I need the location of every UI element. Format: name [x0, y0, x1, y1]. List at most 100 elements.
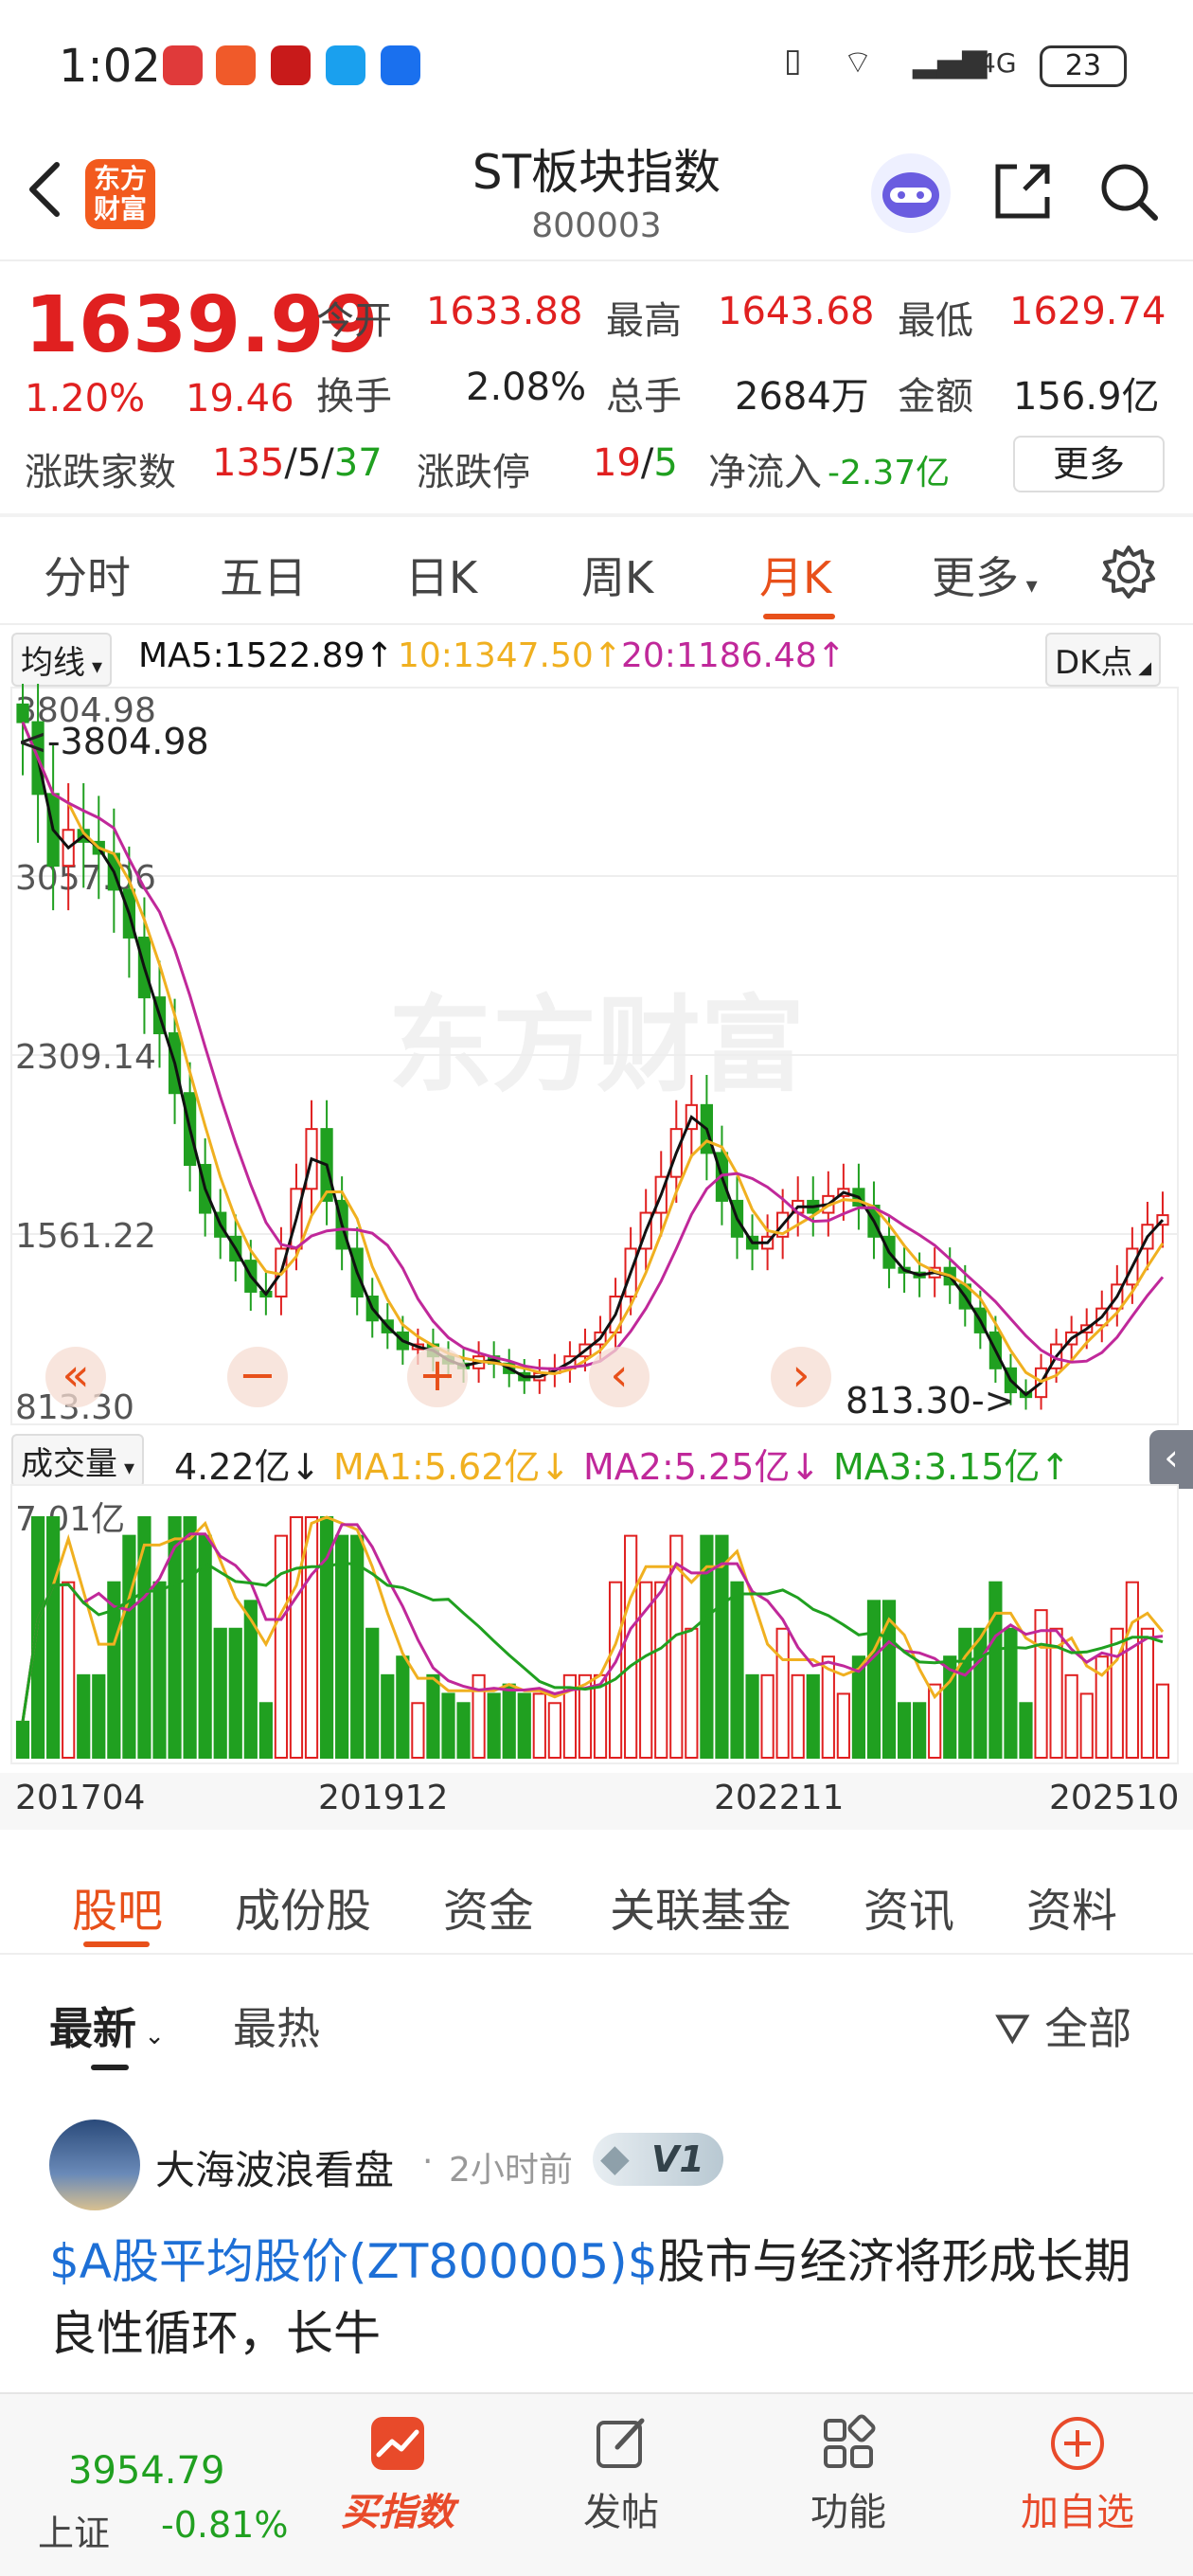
wifi-icon: ⌔ — [843, 44, 873, 81]
up-count: 135 — [212, 441, 285, 485]
low-label: 最低 — [898, 299, 973, 343]
volume-bar — [92, 1673, 106, 1759]
post-body[interactable]: $A股平均股价(ZT800005)$股市与经济将形成长期良性循环，长牛 — [49, 2226, 1157, 2370]
zoom-in-button[interactable]: + — [407, 1347, 468, 1407]
tab-intraday[interactable]: 分时 — [44, 544, 131, 606]
volume-value: 2684万 — [735, 375, 869, 419]
active-content-tab-underline — [83, 1941, 150, 1947]
bulb-app-icon — [381, 45, 420, 85]
tab-constituents[interactable]: 成份股 — [235, 1873, 371, 1940]
tab-news[interactable]: 资讯 — [864, 1873, 954, 1940]
tab-weekly-k[interactable]: 周K — [581, 544, 653, 606]
volume-bar — [685, 1627, 699, 1759]
gift-app-icon — [216, 45, 256, 85]
volume-bar — [365, 1627, 380, 1759]
scroll-right-button[interactable]: › — [771, 1347, 831, 1407]
share-button[interactable] — [988, 157, 1057, 225]
chart-controls: « − + ‹ › — [0, 1347, 1193, 1413]
low-value: 1629.74 — [1009, 290, 1166, 333]
tab-funds-flow[interactable]: 资金 — [443, 1873, 534, 1940]
message-app-icon — [326, 45, 365, 85]
tab-five-day[interactable]: 五日 — [220, 544, 307, 606]
edit-icon — [596, 2418, 645, 2468]
ma-select-label: 均线 — [21, 644, 85, 682]
dk-point-label: DK点 — [1055, 644, 1133, 682]
tab-more-label: 更多 — [932, 552, 1019, 603]
volume-bar — [1019, 1702, 1033, 1759]
tab-guba[interactable]: 股吧 — [72, 1873, 163, 1940]
nav-features[interactable]: 功能 — [778, 2413, 918, 2536]
filter-all-label: 全部 — [1044, 2003, 1132, 2054]
avatar[interactable] — [49, 2120, 140, 2210]
flat-count: 5 — [296, 441, 322, 485]
tab-more[interactable]: 更多 ▾ — [932, 544, 1038, 606]
candlestick-chart[interactable]: 东方财富3804.983057.062309.141561.22813.30<-… — [0, 684, 1193, 1428]
caret-down-icon: ▾ — [1019, 572, 1038, 599]
sort-newest[interactable]: 最新 ⌄ — [49, 1995, 165, 2057]
sort-hottest[interactable]: 最热 — [233, 1995, 320, 2057]
volume-bar — [46, 1516, 61, 1759]
post-time-dot: · — [422, 2142, 434, 2181]
ma5-value: MA5:1522.89↑ — [138, 636, 394, 675]
volume-bar — [304, 1516, 319, 1759]
volume-bar — [426, 1673, 440, 1759]
nav-features-label: 功能 — [810, 2491, 886, 2534]
zoom-out-button[interactable]: − — [227, 1347, 288, 1407]
volume-bar — [624, 1534, 638, 1759]
volume-bar — [1125, 1581, 1139, 1760]
post-author[interactable]: 大海波浪看盘 — [155, 2138, 394, 2196]
dk-point-select[interactable]: DK点 ◢ — [1045, 633, 1162, 687]
volume-bar — [913, 1702, 927, 1759]
high-value: 1643.68 — [718, 290, 875, 333]
stock-link[interactable]: $A股平均股价(ZT800005)$ — [49, 2234, 658, 2289]
filter-all[interactable]: ⛛ 全部 — [994, 1995, 1131, 2057]
limit-values: 19/5 — [593, 441, 678, 485]
content-tabs: 股吧 成份股 资金 关联基金 资讯 资料 — [0, 1847, 1193, 1953]
down-count: 37 — [333, 441, 383, 485]
tab-daily-k[interactable]: 日K — [405, 544, 477, 606]
scroll-left-button[interactable]: ‹ — [589, 1347, 650, 1407]
volume-bar — [335, 1534, 349, 1759]
nav-post[interactable]: 发帖 — [551, 2413, 691, 2536]
tab-monthly-k[interactable]: 月K — [759, 544, 831, 606]
signal-icon: ▂▄▆ — [913, 42, 988, 80]
index-ticker[interactable]: 3954.79 上证 -0.81% — [28, 2423, 294, 2555]
limit-label: 涨跌停 — [417, 451, 530, 494]
chevron-down-icon: ⌄ — [136, 2022, 166, 2050]
collapse-panel-button[interactable]: ‹ — [1149, 1430, 1193, 1489]
robot-assistant-button[interactable] — [871, 153, 951, 233]
change-percent: 1.20% — [25, 377, 146, 420]
nav-add-watchlist[interactable]: 加自选 — [1007, 2413, 1148, 2536]
x-tick-label: 202510 — [1049, 1779, 1180, 1817]
breadth-values: 135/5/37 — [212, 441, 383, 485]
add-circle-icon — [1051, 2417, 1104, 2470]
volume-bar — [1140, 1627, 1155, 1759]
robot-icon — [882, 172, 939, 218]
corner-icon: ◢ — [1132, 658, 1152, 678]
chart-settings-button[interactable] — [1098, 542, 1159, 602]
tab-profile[interactable]: 资料 — [1026, 1873, 1117, 1940]
volume-bar — [396, 1655, 410, 1759]
fast-back-button[interactable]: « — [45, 1347, 106, 1407]
diamond-icon: ◆ — [600, 2137, 630, 2180]
volume-bar — [441, 1692, 455, 1759]
ma10-value: 10:1347.50↑ — [398, 636, 622, 675]
more-quote-button[interactable]: 更多 — [1013, 436, 1165, 492]
bottom-navigation: 3954.79 上证 -0.81% 买指数 发帖 功能 加自选 — [0, 2392, 1193, 2576]
ma-select[interactable]: 均线 ▾ — [11, 633, 113, 687]
volume-ma2: MA2:5.25亿↓ — [583, 1446, 821, 1488]
status-time: 1:02 — [59, 40, 161, 93]
vip-level: V1 — [651, 2138, 704, 2180]
turnover-label: 换手 — [316, 375, 392, 419]
limit-up-count: 19 — [593, 441, 641, 485]
volume-bar — [836, 1692, 850, 1759]
volume-select[interactable]: 成交量 ▾ — [11, 1434, 145, 1488]
video-app-icon — [271, 45, 311, 85]
tab-related-funds[interactable]: 关联基金 — [610, 1873, 792, 1940]
search-button[interactable] — [1095, 157, 1163, 225]
volume-bar — [487, 1692, 501, 1759]
huawei-app-icon — [163, 45, 203, 85]
nav-buy-index[interactable]: 买指数 — [328, 2413, 468, 2536]
volume-bar — [730, 1581, 744, 1760]
volume-ma1: MA1:5.62亿↓ — [333, 1446, 571, 1488]
